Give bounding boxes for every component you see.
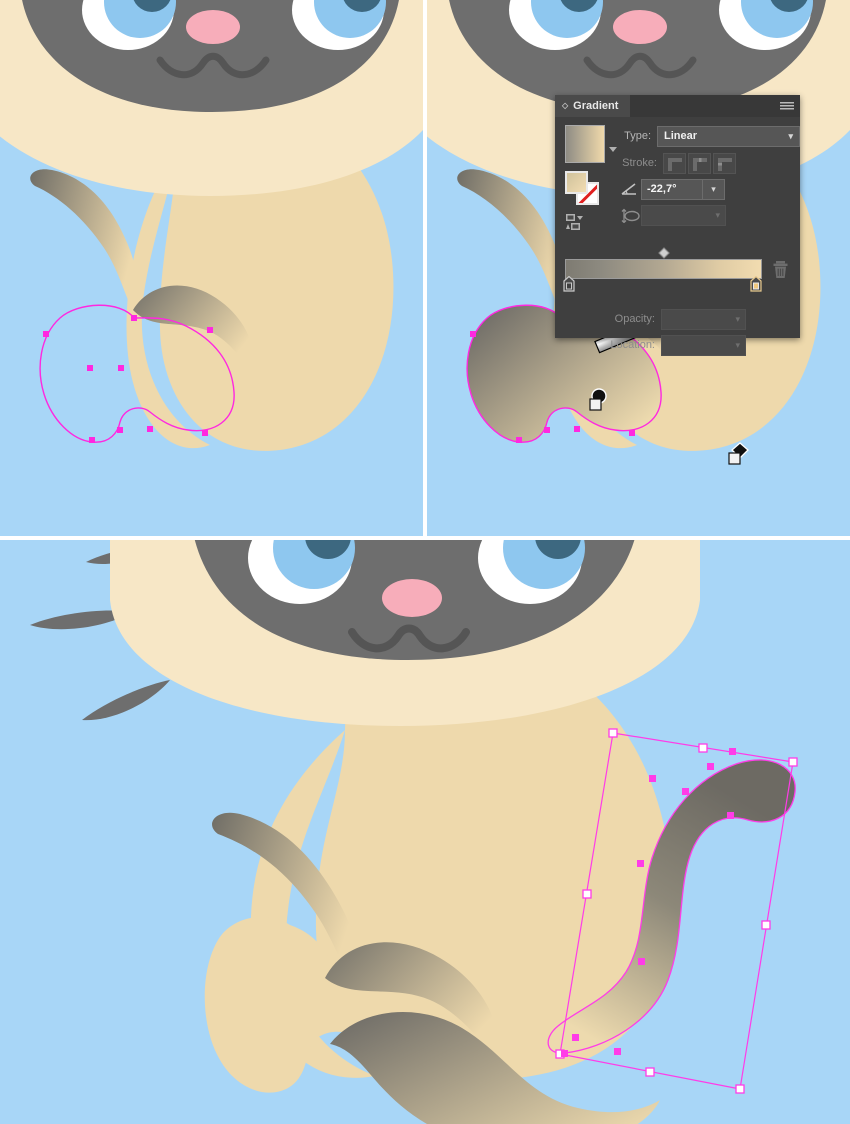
row-angle: -22,7° ▾ — [619, 178, 725, 200]
row-type: Type: Linear ▾ — [619, 125, 800, 147]
row-stroke: Stroke: — [619, 152, 736, 174]
gradient-slider[interactable] — [563, 247, 790, 292]
type-value: Linear — [664, 130, 698, 142]
angle-dropdown-button[interactable]: ▾ — [703, 178, 725, 200]
fill-stroke-indicator[interactable] — [565, 171, 599, 205]
gradient-swatch-preview[interactable] — [565, 125, 605, 163]
location-input[interactable]: ▾ — [661, 334, 746, 356]
aspect-ratio-icon — [619, 208, 641, 223]
panel-menu-icon — [780, 101, 794, 111]
chevron-down-icon: ▾ — [735, 313, 740, 324]
chevron-down-icon: ▾ — [788, 130, 793, 141]
row-opacity: Opacity: ▾ — [605, 308, 746, 330]
reverse-gradient-icon[interactable] — [566, 213, 590, 231]
screenshot-stage: ◇ Gradient Type: Linear ▾ Stroke: -22,7°… — [0, 0, 850, 1124]
row-location: Location: ▾ — [605, 334, 746, 356]
location-label: Location: — [610, 339, 655, 351]
artwork-step-1 — [0, 0, 423, 536]
stroke-gradient-across-button[interactable] — [713, 152, 736, 174]
row-aspect-ratio: ▾ — [619, 204, 726, 226]
angle-input[interactable]: -22,7° — [641, 178, 703, 200]
viewport-step-1[interactable] — [0, 0, 423, 536]
gradient-ramp[interactable] — [565, 259, 762, 279]
artwork-step-3 — [0, 540, 850, 1124]
tab-gradient[interactable]: ◇ Gradient — [555, 95, 631, 117]
panel-title: Gradient — [573, 100, 619, 112]
opacity-label: Opacity: — [614, 313, 655, 325]
aspect-ratio-input[interactable]: ▾ — [641, 204, 726, 226]
panel-menu-button[interactable] — [774, 95, 800, 117]
gradient-stop-right[interactable] — [750, 275, 762, 292]
stroke-label: Stroke: — [622, 157, 657, 169]
gradient-panel[interactable]: ◇ Gradient Type: Linear ▾ Stroke: -22,7°… — [555, 95, 800, 356]
panel-body: Type: Linear ▾ Stroke: -22,7° ▾ ▾ Opacit… — [555, 117, 800, 356]
type-label: Type: — [624, 130, 651, 142]
stroke-gradient-along-button[interactable] — [688, 152, 711, 174]
viewport-step-3[interactable] — [0, 540, 850, 1124]
gradient-swatch-dropdown-icon[interactable] — [609, 147, 617, 152]
delete-stop-button[interactable] — [772, 260, 789, 279]
panel-titlebar[interactable]: ◇ Gradient — [555, 95, 800, 117]
angle-value: -22,7° — [647, 183, 677, 195]
angle-icon — [619, 182, 641, 196]
chevron-down-icon: ▾ — [735, 339, 740, 350]
gradient-stop-left[interactable] — [563, 275, 575, 292]
chevron-down-icon: ▾ — [715, 209, 720, 220]
gradient-origin-swatch — [589, 398, 602, 411]
stroke-gradient-within-button[interactable] — [663, 152, 686, 174]
type-select[interactable]: Linear ▾ — [657, 125, 800, 147]
opacity-input[interactable]: ▾ — [661, 308, 746, 330]
gradient-midpoint-handle[interactable] — [658, 247, 670, 259]
chevron-collapse-icon[interactable]: ◇ — [562, 102, 568, 110]
fill-swatch[interactable] — [565, 171, 588, 194]
